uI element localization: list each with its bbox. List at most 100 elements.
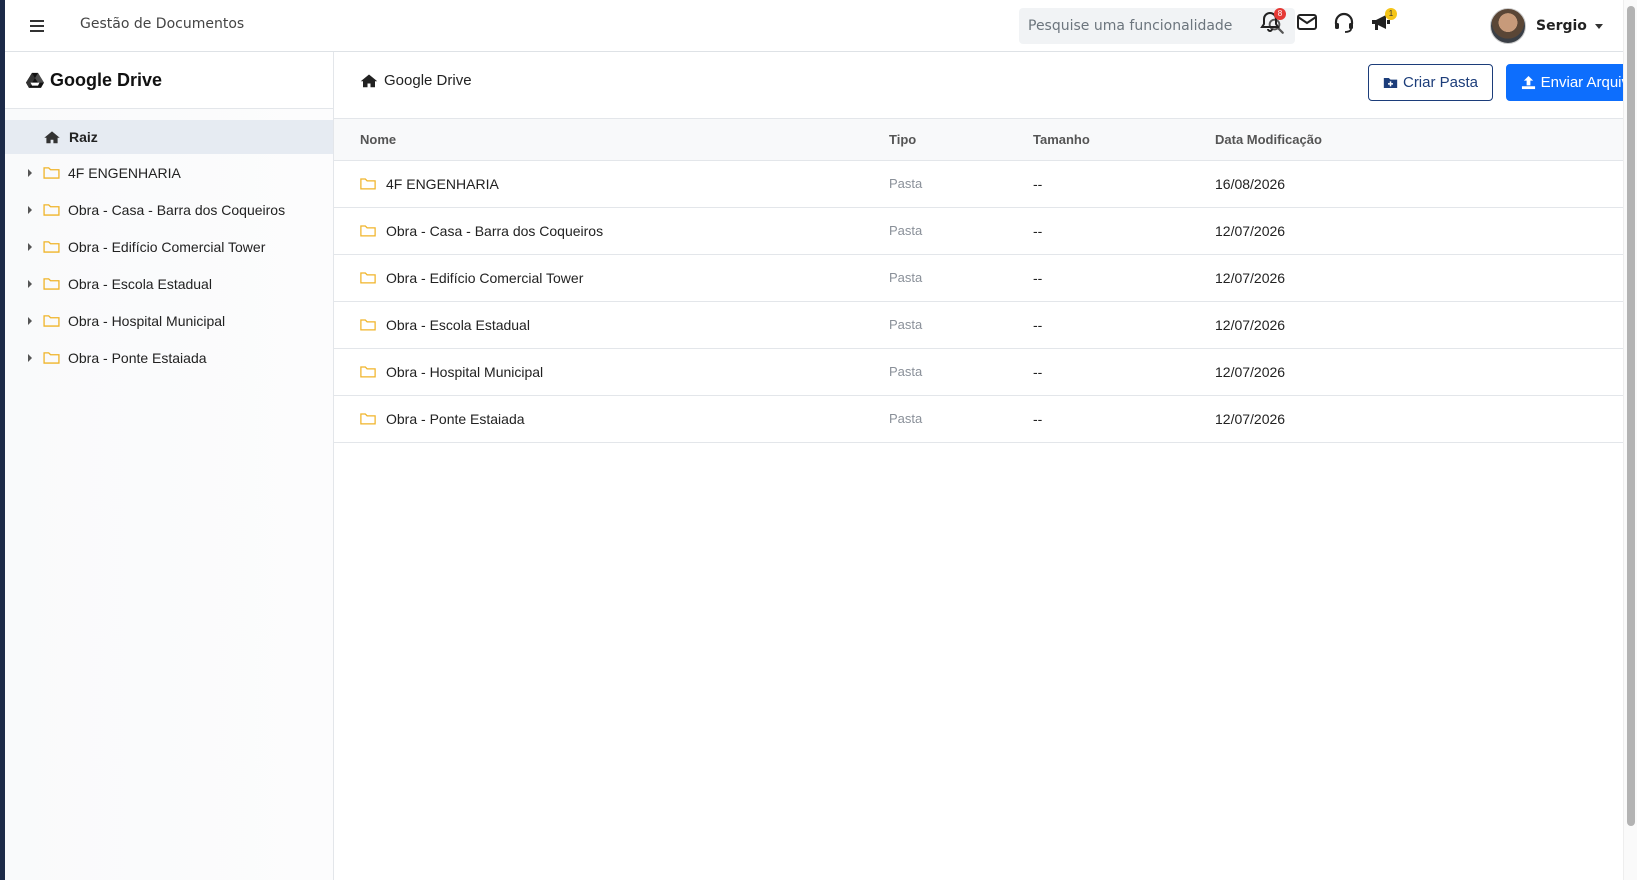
cell-type: Pasta bbox=[889, 301, 1033, 349]
app-root: Gestão de Documentos 8 1 Sergio Goo bbox=[0, 0, 1637, 880]
caret-right-icon[interactable] bbox=[28, 168, 32, 177]
folder-icon bbox=[360, 413, 376, 425]
menu-toggle-icon[interactable] bbox=[30, 17, 50, 35]
column-header-date[interactable]: Data Modificação bbox=[1215, 119, 1623, 161]
breadcrumb[interactable]: Google Drive bbox=[360, 72, 472, 89]
file-name: Obra - Hospital Municipal bbox=[386, 363, 544, 380]
sidebar-header: Google Drive bbox=[5, 52, 333, 109]
file-name: Obra - Ponte Estaiada bbox=[386, 410, 525, 427]
table-row[interactable]: Obra - Casa - Barra dos Coqueiros Pasta … bbox=[334, 207, 1623, 255]
google-drive-icon bbox=[26, 72, 44, 88]
announcements-badge: 1 bbox=[1385, 8, 1397, 20]
home-icon bbox=[360, 74, 378, 88]
cell-name[interactable]: Obra - Hospital Municipal bbox=[334, 348, 889, 396]
cell-size: -- bbox=[1033, 301, 1215, 349]
cell-date: 16/08/2026 bbox=[1215, 160, 1623, 208]
main-header: Google Drive Criar Pasta Enviar Arquivo bbox=[334, 52, 1637, 119]
sidebar-item-label: Obra - Casa - Barra dos Coqueiros bbox=[68, 201, 286, 218]
cell-size: -- bbox=[1033, 348, 1215, 396]
search-box bbox=[1019, 8, 1295, 44]
announcements-megaphone-icon[interactable]: 1 bbox=[1369, 8, 1397, 34]
folder-icon bbox=[43, 204, 60, 216]
main-content: Google Drive Criar Pasta Enviar Arquivo … bbox=[334, 52, 1637, 880]
sidebar-item-folder[interactable]: Obra - Casa - Barra dos Coqueiros bbox=[5, 191, 333, 228]
search-input[interactable] bbox=[1019, 8, 1259, 44]
sidebar-item-label: Obra - Hospital Municipal bbox=[68, 312, 226, 329]
scrollbar-thumb[interactable] bbox=[1627, 6, 1635, 826]
folder-icon bbox=[360, 366, 376, 378]
folder-icon bbox=[360, 178, 376, 190]
sidebar-item-folder[interactable]: Obra - Edifício Comercial Tower bbox=[5, 228, 333, 265]
avatar bbox=[1490, 8, 1526, 44]
top-bar: Gestão de Documentos 8 1 Sergio bbox=[5, 0, 1637, 52]
table-row[interactable]: 4F ENGENHARIA Pasta -- 16/08/2026 bbox=[334, 160, 1623, 208]
cell-type: Pasta bbox=[889, 160, 1033, 208]
sidebar-title: Google Drive bbox=[50, 69, 163, 90]
table-header-row: Nome Tipo Tamanho Data Modificação bbox=[334, 119, 1623, 161]
caret-right-icon[interactable] bbox=[28, 316, 32, 325]
cell-type: Pasta bbox=[889, 348, 1033, 396]
user-menu[interactable]: Sergio bbox=[1490, 8, 1603, 44]
cell-size: -- bbox=[1033, 207, 1215, 255]
column-header-name[interactable]: Nome bbox=[334, 119, 889, 161]
cell-type: Pasta bbox=[889, 254, 1033, 302]
upload-file-button[interactable]: Enviar Arquivo bbox=[1506, 64, 1637, 101]
cell-date: 12/07/2026 bbox=[1215, 395, 1623, 443]
breadcrumb-label: Google Drive bbox=[384, 72, 472, 89]
upload-icon bbox=[1521, 75, 1535, 90]
notifications-bell-icon[interactable]: 8 bbox=[1258, 8, 1286, 34]
sidebar-item-folder[interactable]: Obra - Ponte Estaiada bbox=[5, 339, 333, 376]
app-title: Gestão de Documentos bbox=[80, 16, 245, 32]
folder-icon bbox=[43, 315, 60, 327]
caret-right-icon[interactable] bbox=[28, 242, 32, 251]
caret-right-icon[interactable] bbox=[28, 205, 32, 214]
home-icon bbox=[44, 131, 60, 144]
table-row[interactable]: Obra - Hospital Municipal Pasta -- 12/07… bbox=[334, 348, 1623, 396]
create-folder-button[interactable]: Criar Pasta bbox=[1368, 64, 1493, 101]
files-table: Nome Tipo Tamanho Data Modificação 4F EN… bbox=[334, 119, 1623, 443]
cell-date: 12/07/2026 bbox=[1215, 348, 1623, 396]
sidebar-item-label: 4F ENGENHARIA bbox=[68, 164, 181, 181]
folder-icon bbox=[360, 319, 376, 331]
sidebar-item-label: Obra - Ponte Estaiada bbox=[68, 349, 207, 366]
table-row[interactable]: Obra - Ponte Estaiada Pasta -- 12/07/202… bbox=[334, 395, 1623, 443]
sidebar-item-label: Obra - Escola Estadual bbox=[68, 275, 212, 292]
folder-icon bbox=[360, 225, 376, 237]
sidebar-item-label: Obra - Edifício Comercial Tower bbox=[68, 238, 266, 255]
page-scrollbar[interactable] bbox=[1623, 0, 1637, 880]
notifications-badge: 8 bbox=[1274, 8, 1286, 20]
table-row[interactable]: Obra - Escola Estadual Pasta -- 12/07/20… bbox=[334, 301, 1623, 349]
cell-name[interactable]: Obra - Escola Estadual bbox=[334, 301, 889, 349]
folder-icon bbox=[43, 352, 60, 364]
sidebar-item-root[interactable]: Raiz bbox=[5, 120, 333, 154]
cell-size: -- bbox=[1033, 395, 1215, 443]
cell-name[interactable]: Obra - Ponte Estaiada bbox=[334, 395, 889, 443]
cell-name[interactable]: 4F ENGENHARIA bbox=[334, 160, 889, 208]
file-name: 4F ENGENHARIA bbox=[386, 175, 499, 192]
support-headset-icon[interactable] bbox=[1332, 10, 1356, 34]
chevron-down-icon bbox=[1594, 23, 1603, 29]
user-name: Sergio bbox=[1536, 18, 1587, 34]
create-folder-label: Criar Pasta bbox=[1402, 74, 1479, 91]
sidebar-item-folder[interactable]: 4F ENGENHARIA bbox=[5, 154, 333, 191]
cell-size: -- bbox=[1033, 254, 1215, 302]
folder-icon bbox=[43, 241, 60, 253]
mail-envelope-icon[interactable] bbox=[1295, 10, 1319, 34]
sidebar-item-folder[interactable]: Obra - Hospital Municipal bbox=[5, 302, 333, 339]
cell-name[interactable]: Obra - Edifício Comercial Tower bbox=[334, 254, 889, 302]
sidebar: Google Drive Raiz 4F ENGENHARIA Obra - C… bbox=[5, 52, 334, 880]
caret-right-icon[interactable] bbox=[28, 279, 32, 288]
caret-right-icon[interactable] bbox=[28, 353, 32, 362]
cell-name[interactable]: Obra - Casa - Barra dos Coqueiros bbox=[334, 207, 889, 255]
sidebar-item-label: Raiz bbox=[69, 129, 98, 145]
cell-date: 12/07/2026 bbox=[1215, 254, 1623, 302]
sidebar-item-folder[interactable]: Obra - Escola Estadual bbox=[5, 265, 333, 302]
folder-icon bbox=[360, 272, 376, 284]
folder-plus-icon bbox=[1383, 77, 1398, 88]
folder-icon bbox=[43, 278, 60, 290]
file-name: Obra - Edifício Comercial Tower bbox=[386, 269, 584, 286]
table-row[interactable]: Obra - Edifício Comercial Tower Pasta --… bbox=[334, 254, 1623, 302]
column-header-size[interactable]: Tamanho bbox=[1033, 119, 1215, 161]
folder-icon bbox=[43, 167, 60, 179]
column-header-type[interactable]: Tipo bbox=[889, 119, 1033, 161]
